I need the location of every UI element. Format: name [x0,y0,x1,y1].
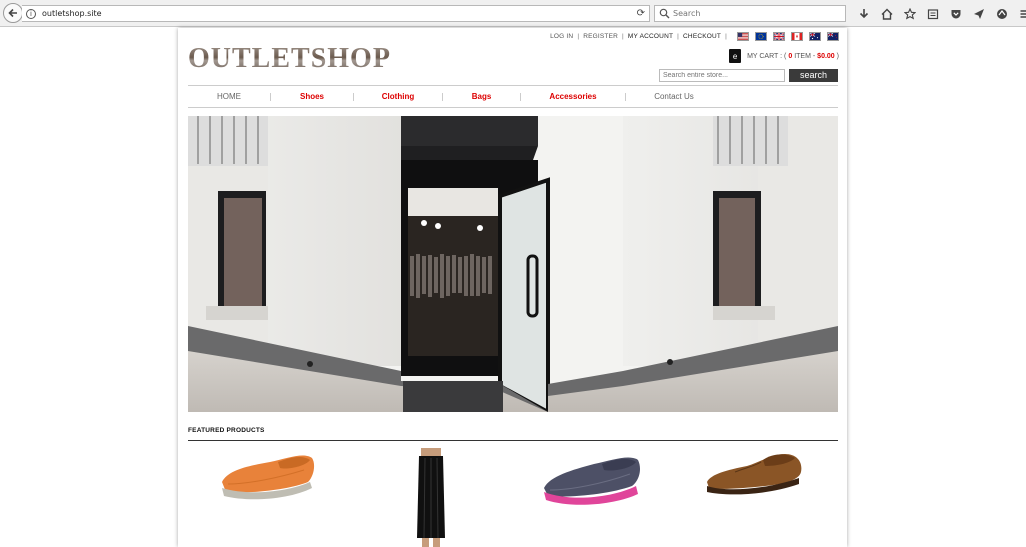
nav-item-clothing[interactable]: Clothing [354,92,442,101]
cart-open-paren: ( [784,52,787,60]
register-link[interactable]: REGISTER [583,33,618,40]
menu-icon[interactable] [1013,5,1026,22]
link-separator: | [677,33,680,40]
my-account-link[interactable]: MY ACCOUNT [628,33,673,40]
checkout-link[interactable]: CHECKOUT [683,33,721,40]
extension-icon[interactable] [990,5,1013,22]
bookmark-star-icon[interactable] [898,5,921,22]
search-icon [659,8,670,19]
uk-flag-icon[interactable] [773,32,785,41]
nav-item-accessories[interactable]: Accessories [521,92,625,101]
send-icon[interactable] [967,5,990,22]
store-page: LOG IN | REGISTER | MY ACCOUNT | CHECKOU… [178,28,847,547]
currency-flags [737,32,839,41]
browser-toolbar: i outletshop.site ⟳ [0,0,1026,27]
address-bar[interactable]: i outletshop.site ⟳ [22,5,650,22]
nav-item-shoes[interactable]: Shoes [271,92,353,101]
product-brown-leather-brogue[interactable] [705,448,805,498]
cart-label: MY CART : [747,52,783,60]
nav-item-contact-us[interactable]: Contact Us [626,92,722,101]
product-orange-slip-on-shoe[interactable] [218,448,318,504]
cart-dash: - [812,52,816,60]
hero-banner-storefront[interactable] [188,116,838,412]
featured-divider [188,440,838,441]
reading-list-icon[interactable] [921,5,944,22]
download-icon[interactable] [852,5,875,22]
site-logo[interactable]: OUTLETSHOP [188,43,391,75]
eu-flag-icon[interactable] [755,32,767,41]
home-icon[interactable] [875,5,898,22]
cart-close-paren: ) [836,52,839,60]
browser-search-input[interactable] [673,9,833,18]
nav-item-bags[interactable]: Bags [443,92,520,101]
store-search-input[interactable] [663,72,781,79]
browser-search-field[interactable] [654,5,846,22]
canada-flag-icon[interactable] [791,32,803,41]
account-links: LOG IN | REGISTER | MY ACCOUNT | CHECKOU… [550,32,839,41]
back-arrow-icon [8,8,17,18]
back-button[interactable] [3,3,23,23]
featured-products-heading: FEATURED PRODUCTS [188,427,265,434]
shopping-bag-icon: e [729,49,742,63]
store-search-field[interactable] [659,69,785,82]
url-text: outletshop.site [42,9,102,18]
product-black-maxi-skirt[interactable] [411,448,451,547]
us-flag-icon[interactable] [737,32,749,41]
australia-flag-icon[interactable] [809,32,821,41]
new-zealand-flag-icon[interactable] [827,32,839,41]
reload-icon[interactable]: ⟳ [637,8,645,20]
pocket-icon[interactable] [944,5,967,22]
cart-item-word: ITEM [794,52,811,60]
site-info-icon[interactable]: i [26,8,36,19]
cart-item-count: 0 [788,52,793,60]
browser-toolbar-icons [852,5,1026,22]
search-button[interactable]: search [789,69,838,82]
nav-item-home[interactable]: HOME [188,92,270,101]
product-navy-pink-slip-on-shoe[interactable] [540,448,644,510]
main-navigation: HOME Shoes Clothing Bags Accessories Con… [188,85,838,108]
cart-total: $0.00 [817,52,835,60]
link-separator: | [622,33,624,40]
login-link[interactable]: LOG IN [550,33,573,40]
link-separator: | [577,33,580,40]
link-separator: | [725,33,727,40]
mini-cart[interactable]: e MY CART : ( 0 ITEM - $0.00 ) [729,49,839,63]
